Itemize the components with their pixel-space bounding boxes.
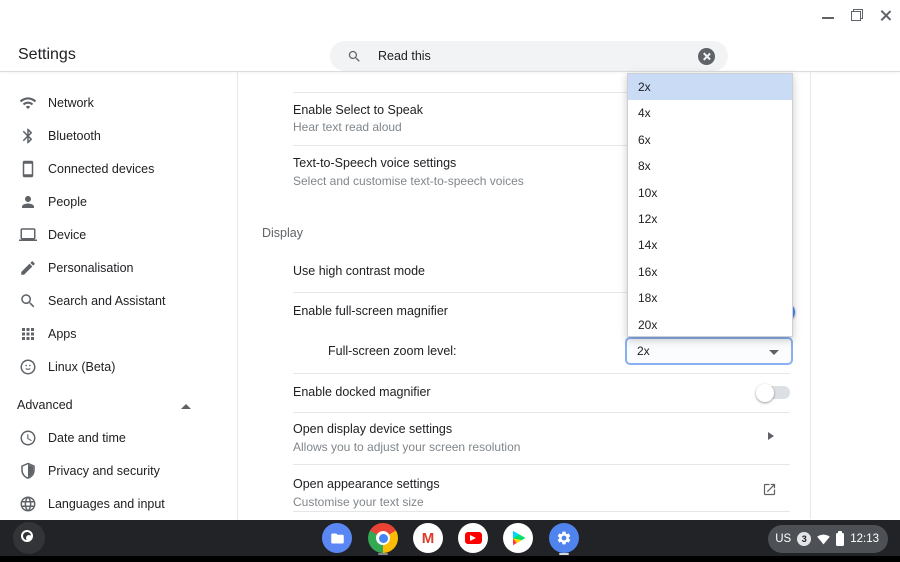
external-link-icon[interactable] bbox=[762, 482, 777, 497]
select-to-speak-subtitle: Hear text read aloud bbox=[293, 120, 402, 134]
chromeos-screen: Settings Network Bluetooth Connected dev… bbox=[0, 0, 900, 562]
search-input[interactable] bbox=[378, 49, 628, 63]
gmail-app-icon[interactable]: M bbox=[413, 523, 443, 553]
appearance-title[interactable]: Open appearance settings bbox=[293, 477, 440, 491]
files-app-icon[interactable] bbox=[322, 523, 352, 553]
search-icon bbox=[348, 50, 360, 62]
docked-magnifier-toggle[interactable] bbox=[756, 383, 790, 402]
play-store-app-icon[interactable] bbox=[503, 523, 533, 553]
dropdown-option-6x[interactable]: 6x bbox=[628, 127, 792, 153]
settings-app-icon[interactable] bbox=[549, 523, 579, 553]
globe-icon bbox=[20, 496, 36, 512]
display-device-title[interactable]: Open display device settings bbox=[293, 422, 452, 436]
dropdown-option-2x[interactable]: 2x bbox=[628, 74, 792, 101]
sidebar-divider bbox=[237, 72, 238, 520]
dropdown-option-4x[interactable]: 4x bbox=[628, 100, 792, 126]
clock-icon bbox=[20, 430, 36, 446]
zoom-level-select[interactable]: 2x bbox=[625, 337, 793, 365]
shield-icon bbox=[21, 462, 35, 479]
toggle-knob bbox=[756, 383, 774, 402]
tts-settings-subtitle: Select and customise text-to-speech voic… bbox=[293, 174, 524, 188]
launcher-button[interactable] bbox=[13, 522, 45, 554]
display-section-header: Display bbox=[262, 226, 303, 240]
dropdown-option-12x[interactable]: 12x bbox=[628, 206, 792, 232]
docked-magnifier-title[interactable]: Enable docked magnifier bbox=[293, 385, 431, 399]
dropdown-option-10x[interactable]: 10x bbox=[628, 180, 792, 206]
dropdown-option-16x[interactable]: 16x bbox=[628, 259, 792, 285]
chevron-down-icon bbox=[769, 350, 779, 355]
laptop-icon bbox=[19, 228, 37, 241]
settings-running-indicator bbox=[559, 553, 569, 555]
bluetooth-icon bbox=[22, 128, 33, 144]
display-device-subtitle: Allows you to adjust your screen resolut… bbox=[293, 440, 521, 454]
keyboard-layout-label: US bbox=[775, 533, 792, 545]
pen-icon bbox=[21, 261, 35, 275]
header-divider bbox=[0, 71, 900, 72]
youtube-app-icon[interactable] bbox=[458, 523, 488, 553]
minimize-icon[interactable] bbox=[822, 9, 834, 21]
page-title: Settings bbox=[18, 46, 76, 63]
penguin-icon bbox=[20, 359, 36, 375]
tts-settings-title[interactable]: Text-to-Speech voice settings bbox=[293, 156, 456, 170]
dropdown-option-8x[interactable]: 8x bbox=[628, 153, 792, 179]
search-bar[interactable] bbox=[330, 41, 728, 71]
zoom-level-label: Full-screen zoom level: bbox=[328, 344, 457, 358]
sidebar-item-bluetooth[interactable]: Bluetooth bbox=[0, 123, 230, 149]
smartphone-icon bbox=[22, 160, 34, 178]
clock-label: 12:13 bbox=[850, 533, 879, 545]
sidebar-item-linux[interactable]: Linux (Beta) bbox=[0, 354, 230, 380]
folder-icon bbox=[330, 533, 344, 543]
restore-icon[interactable] bbox=[851, 9, 863, 21]
select-to-speak-title[interactable]: Enable Select to Speak bbox=[293, 103, 423, 117]
sidebar-item-connected-devices[interactable]: Connected devices bbox=[0, 156, 230, 182]
sidebar-item-network[interactable]: Network bbox=[0, 90, 230, 116]
notification-badge: 3 bbox=[797, 532, 812, 546]
sidebar-item-device[interactable]: Device bbox=[0, 222, 230, 248]
high-contrast-title[interactable]: Use high contrast mode bbox=[293, 264, 425, 278]
shelf bbox=[0, 520, 900, 556]
zoom-level-dropdown-menu: 2x 4x 6x 8x 10x 12x 14x 16x 18x 20x bbox=[627, 73, 793, 337]
sidebar-item-search-assistant[interactable]: Search and Assistant bbox=[0, 288, 230, 314]
status-tray[interactable]: US 3 12:13 bbox=[768, 525, 888, 553]
chrome-app-icon[interactable] bbox=[368, 523, 398, 553]
sidebar-item-languages[interactable]: Languages and input bbox=[0, 491, 230, 517]
sidebar-item-privacy[interactable]: Privacy and security bbox=[0, 458, 230, 484]
scrollbar[interactable] bbox=[810, 72, 811, 519]
clear-search-icon[interactable] bbox=[698, 47, 715, 65]
sidebar-item-people[interactable]: People bbox=[0, 189, 230, 215]
sidebar-advanced-toggle[interactable]: Advanced bbox=[0, 394, 230, 418]
search-icon bbox=[21, 294, 35, 308]
dropdown-option-18x[interactable]: 18x bbox=[628, 285, 792, 311]
chrome-running-indicator bbox=[378, 553, 388, 555]
submenu-arrow-icon[interactable] bbox=[768, 432, 774, 440]
gear-icon bbox=[557, 531, 571, 545]
screen-bezel bbox=[0, 556, 900, 562]
wifi-status-icon bbox=[817, 534, 831, 544]
sidebar-item-personalisation[interactable]: Personalisation bbox=[0, 255, 230, 281]
sidebar-item-date-time[interactable]: Date and time bbox=[0, 425, 230, 451]
wifi-icon bbox=[19, 97, 37, 109]
dropdown-option-20x[interactable]: 20x bbox=[628, 312, 792, 336]
chevron-up-icon bbox=[181, 404, 191, 409]
sidebar-item-apps[interactable]: Apps bbox=[0, 321, 230, 347]
play-icon bbox=[464, 532, 482, 544]
battery-icon bbox=[836, 530, 845, 546]
dropdown-option-14x[interactable]: 14x bbox=[628, 232, 792, 258]
window-controls bbox=[822, 6, 892, 24]
appearance-subtitle: Customise your text size bbox=[293, 495, 424, 509]
apps-grid-icon bbox=[22, 328, 34, 340]
person-icon bbox=[22, 196, 34, 208]
fullscreen-magnifier-title[interactable]: Enable full-screen magnifier bbox=[293, 304, 448, 318]
close-icon[interactable] bbox=[880, 9, 892, 21]
